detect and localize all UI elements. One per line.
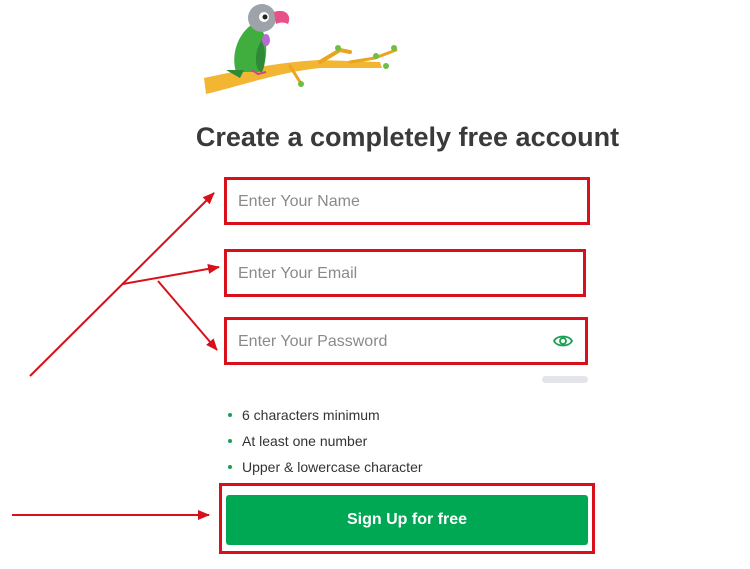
signup-button[interactable]: Sign Up for free: [226, 495, 588, 545]
email-field-highlight: [224, 249, 586, 297]
password-rule: At least one number: [228, 431, 423, 457]
password-rules-list: 6 characters minimum At least one number…: [228, 405, 423, 483]
password-field-highlight: [224, 317, 588, 365]
arrow-to-name: [29, 192, 215, 377]
eye-icon[interactable]: [553, 333, 573, 349]
email-input[interactable]: [237, 256, 575, 292]
parrot-logo: [204, 4, 398, 94]
arrow-to-email: [122, 263, 220, 285]
password-input[interactable]: [237, 324, 541, 360]
password-rule: Upper & lowercase character: [228, 457, 423, 483]
name-field-highlight: [224, 177, 590, 225]
password-strength-bar: [542, 376, 588, 383]
page-title: Create a completely free account: [195, 122, 620, 152]
branch-icon: [204, 45, 398, 94]
name-input[interactable]: [237, 184, 579, 220]
password-rule: 6 characters minimum: [228, 405, 423, 431]
arrow-to-password: [157, 280, 218, 351]
